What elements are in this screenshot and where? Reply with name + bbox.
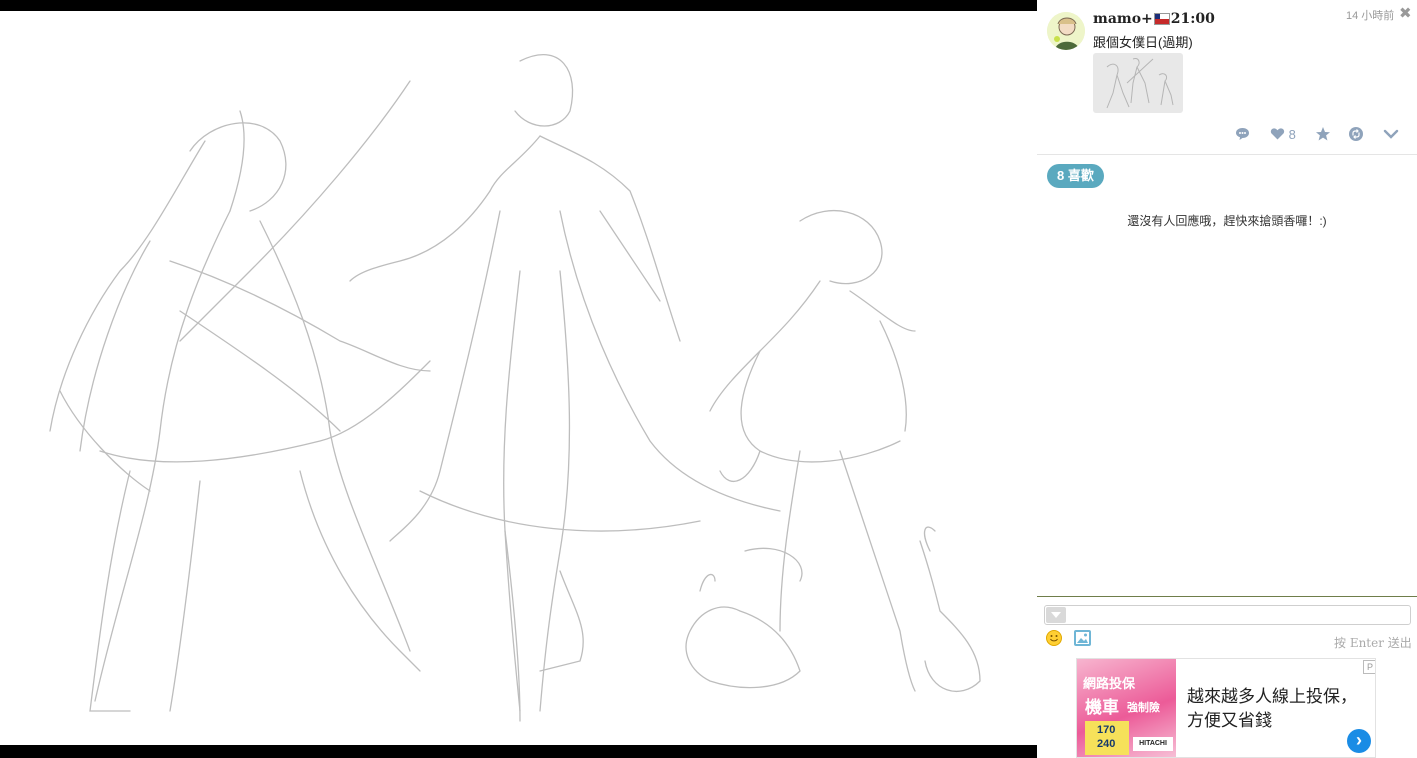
image-icon[interactable]: [1074, 630, 1091, 646]
ad-text: 越來越多人線上投保，方便又省錢: [1187, 687, 1357, 730]
avatar[interactable]: [1047, 12, 1085, 50]
reply-dropdown-button[interactable]: [1046, 607, 1066, 623]
likes-badge[interactable]: 8 喜歡: [1047, 164, 1104, 188]
post-actions: 8: [1037, 126, 1417, 146]
sketch-drawing: [49, 54, 981, 722]
post-thumbnail[interactable]: [1093, 53, 1183, 113]
author-name[interactable]: mamo+ 21:00: [1093, 11, 1215, 27]
post-time: 14 小時前: [1346, 10, 1395, 22]
smiley-icon[interactable]: [1046, 630, 1062, 646]
reply-box: 按 Enter 送出: [1037, 596, 1417, 657]
reply-input[interactable]: [1044, 605, 1411, 625]
heart-icon: [1270, 128, 1285, 140]
ad-price-box: 170 240: [1085, 721, 1129, 755]
like-button[interactable]: 8: [1270, 126, 1296, 146]
post-caption: 跟個女僕日(過期): [1093, 35, 1193, 50]
post-detail-panel: mamo+ 21:00 14 小時前 ✖ 跟個女僕日(過期) 8 8 喜歡 還沒…: [1037, 0, 1417, 758]
ad-banner-line-3: 強制險: [1127, 702, 1160, 714]
star-icon[interactable]: [1315, 126, 1331, 146]
divider: [1037, 154, 1417, 155]
reblog-icon[interactable]: [1348, 126, 1364, 146]
chevron-down-icon[interactable]: [1383, 126, 1399, 146]
image-viewer: [0, 0, 1037, 758]
close-icon[interactable]: ✖: [1399, 4, 1412, 22]
ad-banner-line-5: 240: [1097, 738, 1116, 750]
thumbnail-sketch: [1106, 58, 1174, 109]
ad-banner-line-1: 網路投保: [1083, 676, 1136, 691]
sketch-image[interactable]: [0, 11, 1037, 745]
ad-banner[interactable]: 網路投保 機車 強制險 170 240 HITACHI 越來越多人線上投保，方便…: [1076, 658, 1376, 758]
ad-banner-line-2: 機車: [1085, 698, 1119, 717]
ad-banner-line-6: HITACHI: [1133, 737, 1173, 751]
comment-icon[interactable]: [1235, 126, 1250, 146]
author-name-suffix: 21:00: [1170, 11, 1215, 27]
send-hint: 按 Enter 送出: [1334, 636, 1412, 650]
no-replies-message: 還沒有人回應哦，趕快來搶頭香囉！:): [1127, 214, 1327, 228]
ad-tag: P: [1363, 660, 1375, 674]
author-name-text: mamo+: [1093, 11, 1153, 27]
like-count: 8: [1288, 127, 1296, 142]
ad-arrow-button[interactable]: ›: [1347, 729, 1371, 753]
flag-icon: [1153, 13, 1170, 25]
ad-image[interactable]: 網路投保 機車 強制險 170 240 HITACHI: [1077, 659, 1176, 757]
avatar-image: [1047, 12, 1085, 50]
ad-banner-line-4: 170: [1097, 724, 1116, 736]
